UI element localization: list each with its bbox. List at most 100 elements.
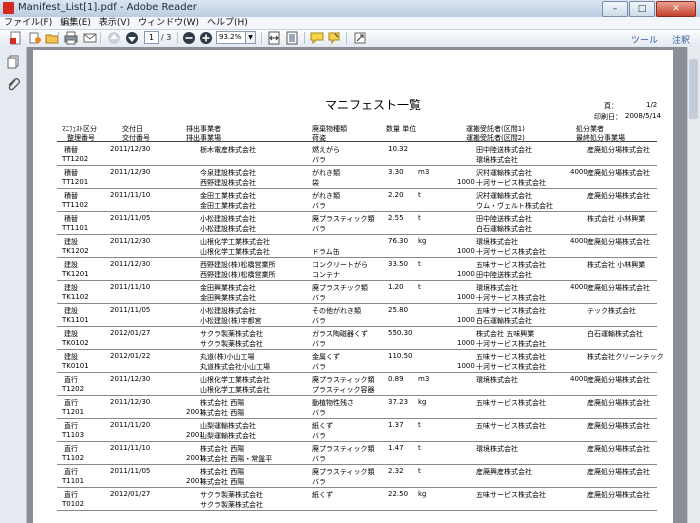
cell-unit: t	[418, 191, 421, 199]
cell-kind: 直行	[64, 445, 78, 453]
cell-tr1: 産廃興産株式会社	[476, 468, 532, 476]
cell-waste: ガラス陶磁器くず	[312, 330, 368, 338]
menu-view[interactable]: 表示(V)	[95, 17, 134, 29]
cell-qty: 2.32	[388, 467, 404, 475]
cell-date: 2011/11/20	[110, 421, 151, 429]
create-pdf-icon[interactable]	[8, 31, 23, 45]
attachments-panel-icon[interactable]	[6, 76, 20, 91]
open-folder-icon[interactable]	[44, 31, 59, 45]
cell-em2: 西野建設(株)松橋営業所	[200, 271, 276, 279]
cell-tr1: 五味サービス株式会社	[476, 261, 546, 269]
print-icon[interactable]	[63, 31, 78, 45]
cell-tr1: 五味サービス株式会社	[476, 491, 546, 499]
cell-qty: 1.20	[388, 283, 404, 291]
zoom-out-icon[interactable]	[181, 31, 196, 45]
cell-em2: サクラ製薬株式会社	[200, 340, 263, 348]
cell-qty: 22.50	[388, 490, 409, 498]
cell-unit: m3	[418, 168, 430, 176]
cell-no: TK1202	[62, 247, 89, 255]
cell-pack: バラ	[312, 478, 326, 486]
cell-em1: 丸道(株)小山工場	[200, 353, 255, 361]
cell-no: TT1201	[62, 178, 89, 186]
page-value: 1/2	[646, 101, 658, 109]
cell-dsec: 4000	[570, 375, 588, 383]
previous-page-icon[interactable]	[106, 31, 121, 45]
cell-date: 2011/12/30	[110, 237, 151, 245]
cell-unit: t	[418, 214, 421, 222]
vertical-scrollbar[interactable]	[687, 47, 700, 523]
page-number-input[interactable]: 1	[144, 31, 159, 44]
cell-tr2: 十河サービス株式会社	[476, 363, 546, 371]
expand-icon[interactable]	[352, 31, 367, 45]
maximize-button[interactable]: □	[629, 1, 655, 17]
cell-no: TT1101	[62, 224, 89, 232]
email-icon[interactable]	[82, 31, 97, 45]
cell-disp: テック株式会社	[587, 307, 636, 315]
zoom-dropdown[interactable]: ▼	[245, 31, 256, 44]
cell-disp: 白石運輸株式会社	[587, 330, 643, 338]
row-divider	[57, 234, 657, 235]
window-title: Manifest_List[1].pdf - Adobe Reader	[18, 2, 197, 13]
cell-tr2: 十河サービス株式会社	[476, 340, 546, 348]
cell-waste: 紙くず	[312, 491, 333, 499]
row-divider	[57, 211, 657, 212]
cell-waste: 廃プラスティック類	[312, 468, 375, 476]
cell-kind: 積替	[64, 146, 78, 154]
adobe-reader-icon	[3, 2, 14, 14]
menu-window[interactable]: ウィンドウ(W)	[134, 17, 203, 29]
cell-date: 2011/12/30	[110, 145, 151, 153]
row-divider	[57, 303, 657, 304]
cell-disp: 産廃処分場株式会社	[587, 422, 650, 430]
cell-qty: 37.23	[388, 398, 409, 406]
cell-qty: 1.47	[388, 444, 404, 452]
cell-sec: 1000	[457, 362, 475, 370]
cell-kind: 建設	[64, 238, 78, 246]
cell-no: TT1102	[62, 201, 89, 209]
cell-disp: 産廃処分場株式会社	[587, 376, 650, 384]
pages-panel-icon[interactable]	[6, 54, 20, 69]
next-page-icon[interactable]	[124, 31, 139, 45]
cell-waste: 動植物性残さ	[312, 399, 354, 407]
row-divider	[57, 441, 657, 442]
cell-kind: 建設	[64, 330, 78, 338]
cell-tr1: 沢村運輸株式会社	[476, 169, 532, 177]
cell-pack: バラ	[312, 455, 326, 463]
cell-em2: 金田工業株式会社	[200, 202, 256, 210]
comment-icon[interactable]	[309, 31, 324, 45]
fit-width-icon[interactable]	[266, 31, 281, 45]
menu-help[interactable]: ヘルプ(H)	[203, 17, 252, 29]
scroll-thumb[interactable]	[689, 59, 698, 119]
tools-link[interactable]: ツール	[631, 33, 658, 46]
comment-link[interactable]: 注釈	[672, 33, 690, 46]
highlight-icon[interactable]	[326, 31, 341, 45]
page-label: 頁：	[604, 102, 618, 110]
cell-no: TK1102	[62, 293, 89, 301]
menu-edit[interactable]: 編集(E)	[56, 17, 95, 29]
row-divider	[57, 280, 657, 281]
cell-kind: 直行	[64, 468, 78, 476]
cell-disp: 産廃処分場株式会社	[587, 445, 650, 453]
cell-unit: kg	[418, 237, 427, 245]
cell-em2: 小松建設株式会社	[200, 225, 256, 233]
cell-kind: 積替	[64, 192, 78, 200]
minimize-button[interactable]: –	[602, 1, 628, 17]
cell-date: 2012/01/22	[110, 352, 151, 360]
cell-date: 2011/11/10	[110, 444, 151, 452]
zoom-in-icon[interactable]	[198, 31, 213, 45]
cell-em1: 山梨運輸株式会社	[200, 422, 256, 430]
row-divider	[57, 487, 657, 488]
open-icon[interactable]	[27, 31, 42, 45]
cell-waste: がれき類	[312, 192, 340, 200]
menu-file[interactable]: ファイル(F)	[0, 17, 56, 29]
cell-date: 2012/01/27	[110, 329, 151, 337]
fit-page-icon[interactable]	[284, 31, 299, 45]
cell-tr1: 五味サービス株式会社	[476, 422, 546, 430]
cell-qty: 1.37	[388, 421, 404, 429]
cell-date: 2011/11/05	[110, 306, 151, 314]
zoom-input[interactable]: 93.2%	[216, 31, 246, 44]
close-button[interactable]: ✕	[656, 1, 696, 17]
cell-em1: 山根化学工業株式会社	[200, 238, 270, 246]
cell-waste: その他がれき類	[312, 307, 361, 315]
cell-waste: コンクリートがら	[312, 261, 368, 269]
cell-kind: 直行	[64, 491, 78, 499]
